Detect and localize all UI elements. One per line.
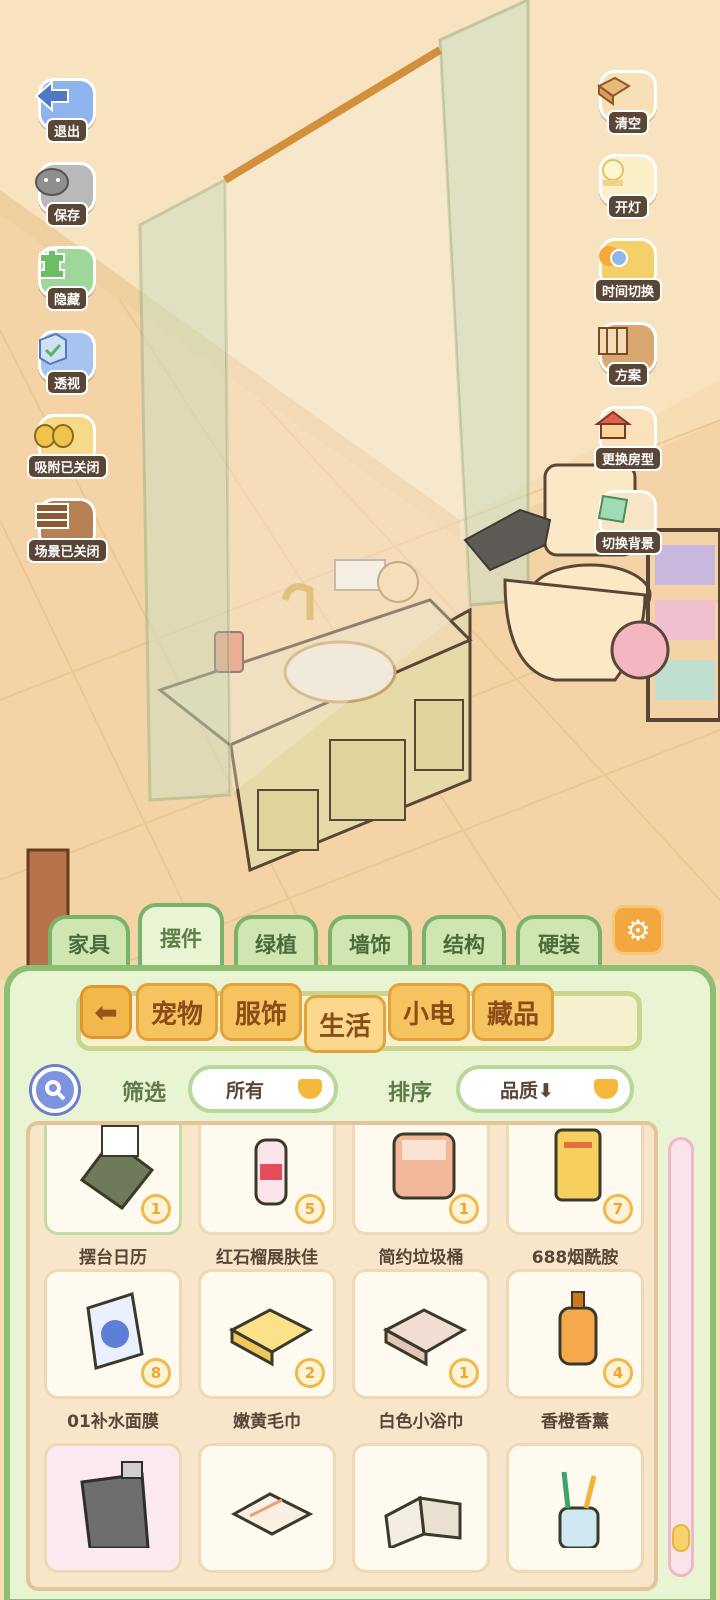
item-card: [352, 1443, 490, 1573]
scroll-thumb[interactable]: [672, 1524, 690, 1552]
snap-label: 吸附已关闭: [26, 454, 108, 479]
light-button[interactable]: 开灯: [593, 154, 663, 226]
scene-toggle-button[interactable]: 场景已关闭: [26, 498, 108, 570]
item-name: 嫩黄毛巾: [233, 1412, 301, 1432]
item-name: 红石榴展肤佳: [216, 1248, 318, 1268]
item-card: 1: [44, 1125, 182, 1235]
item-count: 4: [603, 1358, 633, 1388]
time-switch-button[interactable]: 时间切换: [593, 238, 663, 310]
item-count: 7: [603, 1194, 633, 1224]
search-icon: [45, 1080, 66, 1101]
tab-structure[interactable]: 结构: [422, 915, 506, 969]
item-panel: ⬅ 宠物 服饰 生活 小电 藏品 筛选 所有 排序 品质⬇ 1 摆台日历 5 红…: [4, 965, 716, 1600]
item-name: 摆台日历: [79, 1248, 147, 1268]
search-button[interactable]: [32, 1067, 78, 1113]
item-count: 1: [449, 1194, 479, 1224]
subtab-appliances[interactable]: 小电: [388, 983, 470, 1041]
item-count: 1: [141, 1194, 171, 1224]
item-name: 01补水面膜: [67, 1412, 159, 1432]
settings-button[interactable]: ⚙: [612, 905, 664, 955]
item-grid: 1 摆台日历 5 红石榴展肤佳 1 简约垃圾桶 7 688烟酰胺 8 01补水面…: [26, 1121, 658, 1591]
hide-label: 隐藏: [45, 286, 88, 311]
item-name: 简约垃圾桶: [378, 1248, 464, 1268]
item-card: 1: [352, 1125, 490, 1235]
hide-button[interactable]: 隐藏: [32, 246, 102, 318]
save-button[interactable]: 保存: [32, 162, 102, 234]
item-open-book[interactable]: [352, 1443, 490, 1573]
item-name: 688烟酰胺: [531, 1248, 619, 1268]
tab-ornaments[interactable]: 摆件: [138, 903, 224, 969]
save-label: 保存: [45, 202, 88, 227]
item-card: 4: [506, 1269, 644, 1399]
item-card: [506, 1443, 644, 1573]
item-count: 1: [449, 1358, 479, 1388]
change-background-label: 切换背景: [593, 530, 662, 555]
sort-label: 排序: [388, 1081, 433, 1106]
item-count: 2: [295, 1358, 325, 1388]
item-name: 香橙香薰: [541, 1412, 609, 1432]
item-card: [198, 1443, 336, 1573]
room-scene[interactable]: 退出 保存 隐藏 透视 吸附已关闭 场景已关闭 清空 开灯 时间切换 方案 更换…: [0, 0, 720, 980]
item-name: 白色小浴巾: [378, 1412, 464, 1432]
item-toothbrush-cup[interactable]: [506, 1443, 644, 1573]
perspective-button[interactable]: 透视: [32, 330, 102, 402]
trash-can-icon: [80, 1461, 150, 1548]
item-orange-aroma[interactable]: 4 香橙香薰: [506, 1269, 644, 1432]
change-background-button[interactable]: 切换背景: [593, 490, 663, 562]
exit-label: 退出: [45, 118, 88, 143]
change-house-button[interactable]: 更换房型: [593, 406, 663, 478]
item-face-mask[interactable]: 8 01补水面膜: [44, 1269, 182, 1432]
item-card: 2: [198, 1269, 336, 1399]
chevron-down-icon: [594, 1079, 618, 1099]
tab-wall-decor[interactable]: 墙饰: [328, 915, 412, 969]
change-house-label: 更换房型: [593, 446, 662, 471]
plan-button[interactable]: 方案: [593, 322, 663, 394]
tab-hard-decor[interactable]: 硬装: [516, 915, 602, 969]
item-white-bath-towel[interactable]: 1 白色小浴巾: [352, 1269, 490, 1432]
perspective-label: 透视: [45, 370, 88, 395]
item-desk-calendar[interactable]: 1 摆台日历: [44, 1125, 182, 1268]
tab-plants[interactable]: 绿植: [234, 915, 318, 969]
item-yellow-towel[interactable]: 2 嫩黄毛巾: [198, 1269, 336, 1432]
subtab-life[interactable]: 生活: [304, 995, 386, 1053]
item-card: 7: [506, 1125, 644, 1235]
folded-towel-icon: [230, 1492, 314, 1536]
item-count: 5: [295, 1194, 325, 1224]
clear-label: 清空: [606, 110, 649, 135]
snap-toggle-button[interactable]: 吸附已关闭: [26, 414, 108, 486]
filter-label: 筛选: [122, 1081, 167, 1106]
subtab-pets[interactable]: 宠物: [136, 983, 218, 1041]
tab-furniture[interactable]: 家具: [48, 915, 130, 969]
item-serum[interactable]: 7 688烟酰胺: [506, 1125, 644, 1268]
back-arrow-icon: ⬅: [94, 995, 118, 1029]
subtab-clothing[interactable]: 服饰: [220, 983, 302, 1041]
time-switch-label: 时间切换: [593, 278, 662, 303]
sort-value: 品质⬇: [500, 1079, 554, 1102]
toothbrush-cup-icon: [558, 1471, 600, 1548]
chevron-down-icon: [298, 1079, 322, 1099]
item-card: 5: [198, 1125, 336, 1235]
open-book-icon: [384, 1495, 462, 1548]
item-folded-towel[interactable]: [198, 1443, 336, 1573]
item-card: 1: [352, 1269, 490, 1399]
filter-value: 所有: [225, 1079, 264, 1102]
scene-label: 场景已关闭: [26, 538, 108, 563]
light-label: 开灯: [606, 194, 649, 219]
item-scrollbar[interactable]: [668, 1137, 694, 1577]
filter-select[interactable]: 所有: [188, 1065, 338, 1113]
sort-select[interactable]: 品质⬇: [456, 1065, 634, 1113]
gear-icon: ⚙: [625, 913, 651, 947]
plan-label: 方案: [606, 362, 649, 387]
item-card: 8: [44, 1269, 182, 1399]
back-button[interactable]: ⬅: [80, 985, 132, 1039]
item-count: 8: [141, 1358, 171, 1388]
item-trash-bin[interactable]: 1 简约垃圾桶: [352, 1125, 490, 1268]
clear-button[interactable]: 清空: [593, 70, 663, 142]
item-lotion[interactable]: 5 红石榴展肤佳: [198, 1125, 336, 1268]
item-trash-can[interactable]: [44, 1443, 182, 1573]
category-tabs: 家具 摆件 绿植 墙饰 结构 硬装 ⚙: [48, 903, 678, 969]
exit-button[interactable]: 退出: [32, 78, 102, 150]
item-card: [44, 1443, 182, 1573]
subtab-collectibles[interactable]: 藏品: [472, 983, 554, 1041]
